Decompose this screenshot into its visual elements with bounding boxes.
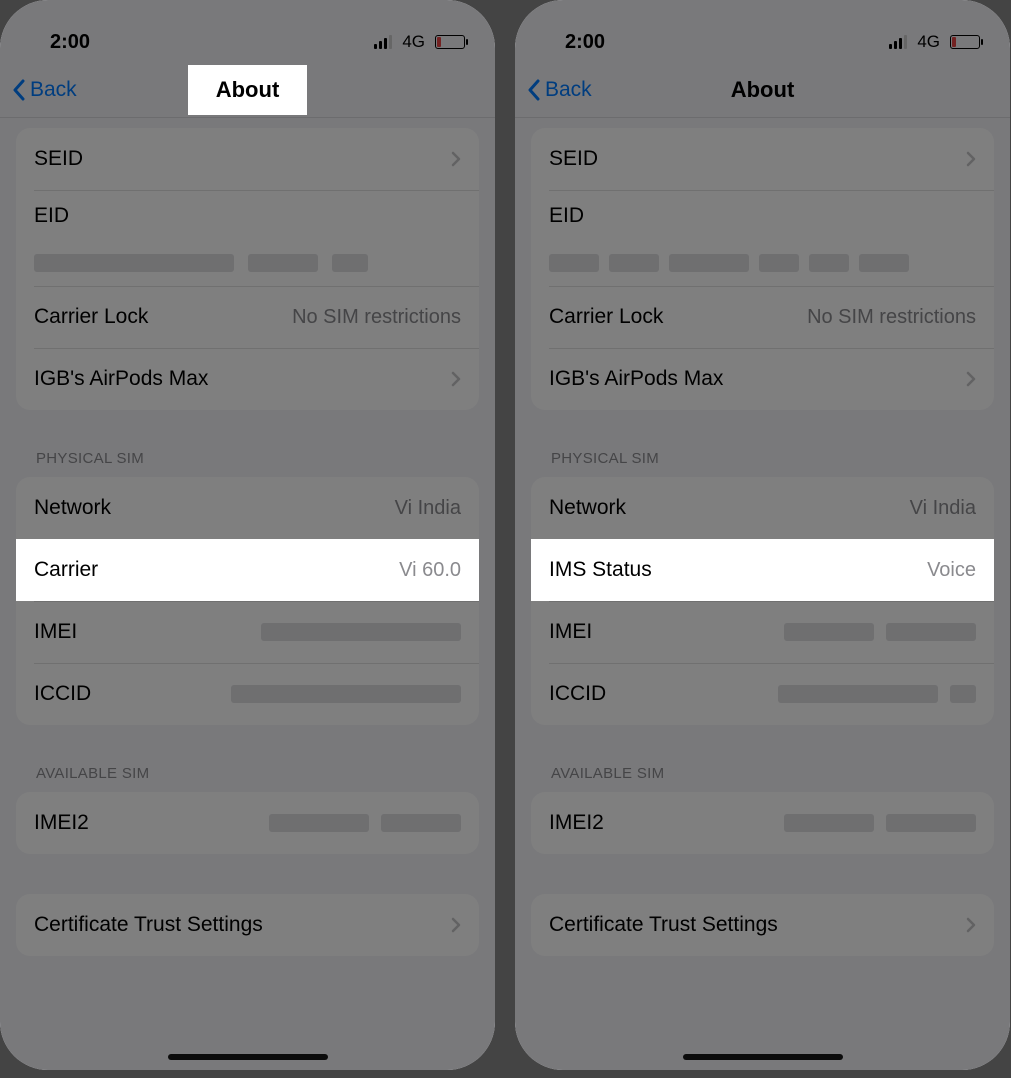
row-imei2[interactable]: IMEI2 [531, 792, 994, 854]
page-title: About [713, 73, 813, 107]
carrier-lock-label: Carrier Lock [34, 305, 148, 329]
row-airpods[interactable]: IGB's AirPods Max [531, 348, 994, 410]
signal-icon [889, 35, 907, 49]
ims-label: IMS Status [549, 558, 652, 582]
row-cert-trust[interactable]: Certificate Trust Settings [16, 894, 479, 956]
redacted-value [859, 254, 909, 272]
phone-left: 2:00 4G Back About SEID [0, 0, 495, 1070]
carrier-lock-label: Carrier Lock [549, 305, 663, 329]
redacted-value [269, 814, 369, 832]
network-type: 4G [917, 32, 940, 52]
redacted-value [34, 254, 234, 272]
row-eid[interactable]: EID [16, 190, 479, 286]
iccid-label: ICCID [34, 682, 91, 706]
redacted-value [809, 254, 849, 272]
network-label: Network [34, 496, 111, 520]
row-carrier-lock[interactable]: Carrier Lock No SIM restrictions [531, 286, 994, 348]
row-imei[interactable]: IMEI [531, 601, 994, 663]
chevron-right-icon [966, 371, 976, 387]
back-button[interactable]: Back [527, 62, 592, 117]
redacted-value [950, 685, 976, 703]
seid-label: SEID [34, 147, 83, 171]
row-network[interactable]: Network Vi India [16, 477, 479, 539]
available-sim-header: Available SIM [531, 725, 994, 792]
seid-label: SEID [549, 147, 598, 171]
airpods-label: IGB's AirPods Max [34, 367, 208, 391]
eid-label: EID [34, 204, 69, 228]
redacted-value [784, 814, 874, 832]
physical-sim-header: Physical SIM [16, 410, 479, 477]
chevron-right-icon [451, 151, 461, 167]
redacted-value [886, 623, 976, 641]
row-iccid[interactable]: ICCID [16, 663, 479, 725]
status-bar: 2:00 4G [0, 0, 495, 62]
redacted-value [248, 254, 318, 272]
chevron-right-icon [451, 371, 461, 387]
battery-icon [950, 35, 980, 49]
carrier-value: Vi 60.0 [399, 559, 461, 582]
back-label: Back [30, 78, 77, 102]
available-sim-header: Available SIM [16, 725, 479, 792]
row-carrier[interactable]: Carrier Vi 60.0 [16, 539, 479, 601]
nav-header: Back About [0, 62, 495, 118]
carrier-lock-value: No SIM restrictions [292, 306, 461, 329]
status-time: 2:00 [565, 31, 605, 54]
imei2-label: IMEI2 [34, 811, 89, 835]
page-title: About [188, 65, 308, 115]
row-imei2[interactable]: IMEI2 [16, 792, 479, 854]
carrier-lock-value: No SIM restrictions [807, 306, 976, 329]
status-bar: 2:00 4G [515, 0, 1010, 62]
nav-header: Back About [515, 62, 1010, 118]
cert-trust-label: Certificate Trust Settings [549, 913, 778, 937]
eid-label: EID [549, 204, 584, 228]
network-value: Vi India [910, 497, 976, 520]
redacted-value [784, 623, 874, 641]
row-seid[interactable]: SEID [16, 128, 479, 190]
cert-trust-label: Certificate Trust Settings [34, 913, 263, 937]
signal-icon [374, 35, 392, 49]
network-label: Network [549, 496, 626, 520]
row-seid[interactable]: SEID [531, 128, 994, 190]
chevron-right-icon [966, 917, 976, 933]
back-button[interactable]: Back [12, 62, 77, 117]
redacted-value [261, 623, 461, 641]
row-eid[interactable]: EID [531, 190, 994, 286]
redacted-value [549, 254, 599, 272]
status-time: 2:00 [50, 31, 90, 54]
back-label: Back [545, 78, 592, 102]
network-type: 4G [402, 32, 425, 52]
row-imei[interactable]: IMEI [16, 601, 479, 663]
carrier-label: Carrier [34, 558, 98, 582]
redacted-value [381, 814, 461, 832]
home-indicator[interactable] [168, 1054, 328, 1060]
ims-value: Voice [927, 559, 976, 582]
imei-label: IMEI [549, 620, 592, 644]
chevron-right-icon [966, 151, 976, 167]
row-cert-trust[interactable]: Certificate Trust Settings [531, 894, 994, 956]
row-iccid[interactable]: ICCID [531, 663, 994, 725]
redacted-value [669, 254, 749, 272]
iccid-label: ICCID [549, 682, 606, 706]
airpods-label: IGB's AirPods Max [549, 367, 723, 391]
home-indicator[interactable] [683, 1054, 843, 1060]
row-network[interactable]: Network Vi India [531, 477, 994, 539]
redacted-value [231, 685, 461, 703]
chevron-right-icon [451, 917, 461, 933]
redacted-value [759, 254, 799, 272]
battery-icon [435, 35, 465, 49]
imei-label: IMEI [34, 620, 77, 644]
phone-right: 2:00 4G Back About SEID [515, 0, 1010, 1070]
redacted-value [778, 685, 938, 703]
row-carrier-lock[interactable]: Carrier Lock No SIM restrictions [16, 286, 479, 348]
redacted-value [332, 254, 368, 272]
row-ims-status[interactable]: IMS Status Voice [531, 539, 994, 601]
network-value: Vi India [395, 497, 461, 520]
chevron-left-icon [12, 79, 26, 101]
imei2-label: IMEI2 [549, 811, 604, 835]
row-airpods[interactable]: IGB's AirPods Max [16, 348, 479, 410]
redacted-value [609, 254, 659, 272]
physical-sim-header: Physical SIM [531, 410, 994, 477]
chevron-left-icon [527, 79, 541, 101]
redacted-value [886, 814, 976, 832]
